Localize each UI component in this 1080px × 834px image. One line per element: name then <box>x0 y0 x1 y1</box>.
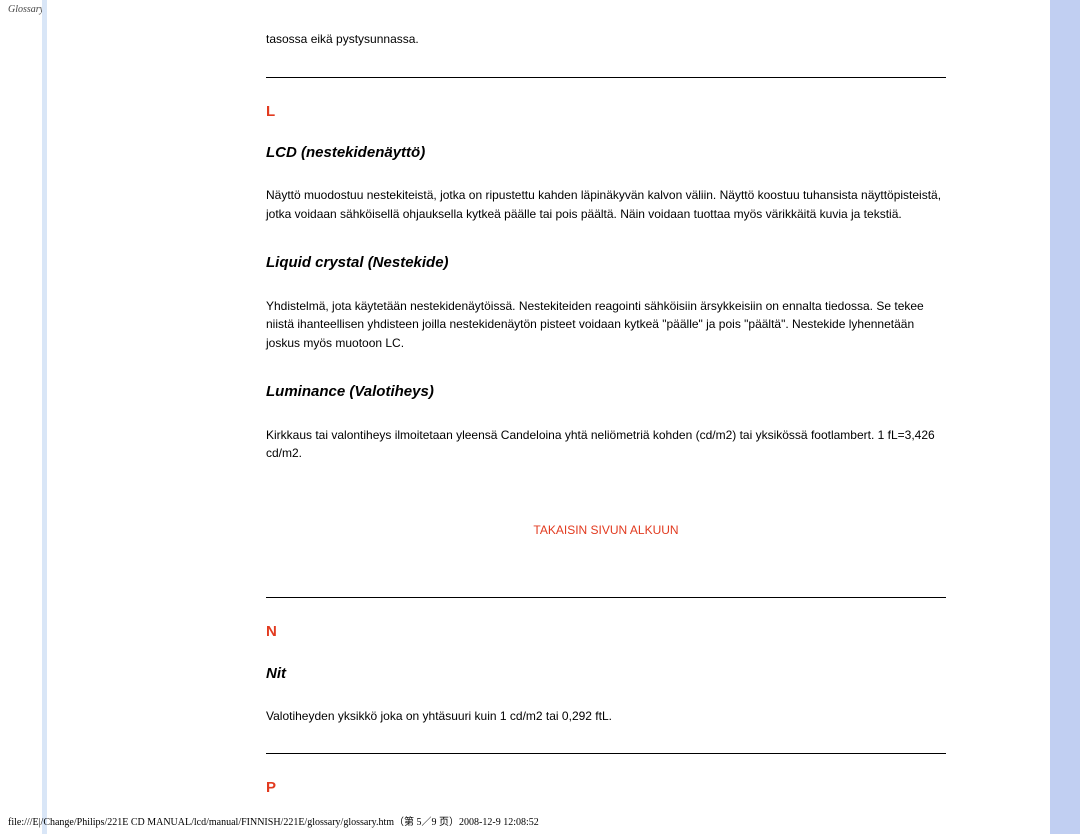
term-luminance: Luminance (Valotiheys) <box>266 380 946 403</box>
right-sidebar-bar <box>1050 0 1080 834</box>
term-lcd: LCD (nestekidenäyttö) <box>266 141 946 164</box>
left-margin-bar <box>42 0 47 834</box>
divider <box>266 597 946 598</box>
intro-fragment: tasossa eikä pystysunnassa. <box>266 30 946 49</box>
footer-path: file:///E|/Change/Philips/221E CD MANUAL… <box>8 813 539 828</box>
definition-luminance: Kirkkaus tai valontiheys ilmoitetaan yle… <box>266 426 946 463</box>
page-title: Glossary <box>8 4 44 15</box>
definition-liquid-crystal: Yhdistelmä, jota käytetään nestekidenäyt… <box>266 297 946 353</box>
divider <box>266 77 946 78</box>
term-nit: Nit <box>266 662 946 685</box>
main-content: tasossa eikä pystysunnassa. L LCD (neste… <box>266 0 946 818</box>
section-letter-n: N <box>266 620 946 643</box>
term-liquid-crystal: Liquid crystal (Nestekide) <box>266 251 946 274</box>
back-to-top-link-wrap: TAKAISIN SIVUN ALKUUN <box>266 521 946 540</box>
divider <box>266 753 946 754</box>
section-letter-p: P <box>266 776 946 799</box>
definition-lcd: Näyttö muodostuu nestekiteistä, jotka on… <box>266 186 946 223</box>
definition-nit: Valotiheyden yksikkö joka on yhtäsuuri k… <box>266 707 946 726</box>
back-to-top-link[interactable]: TAKAISIN SIVUN ALKUUN <box>533 523 678 537</box>
section-letter-l: L <box>266 100 946 123</box>
